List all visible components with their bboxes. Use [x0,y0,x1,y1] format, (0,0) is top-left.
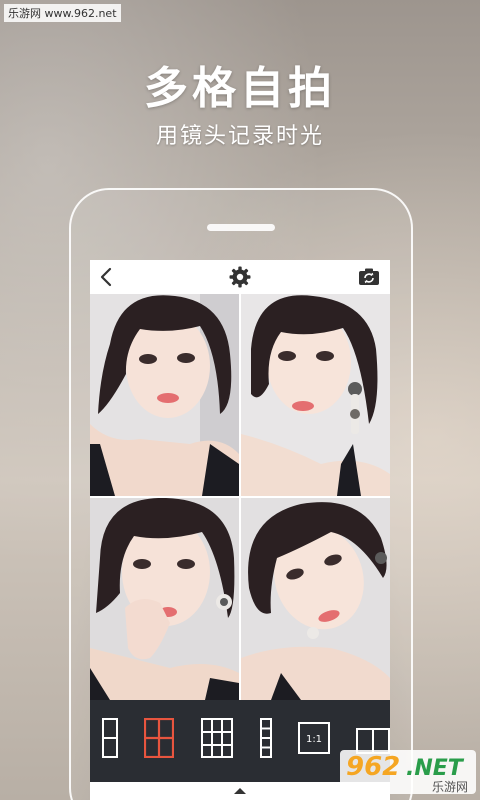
watermark-logo-suffix: .NET [406,756,465,780]
ratio-1-1-label: 1:1 [306,734,322,745]
layout-1x2-icon[interactable] [102,718,118,762]
photo-cell[interactable] [90,498,239,700]
chevron-up-icon[interactable] [234,788,246,794]
watermark-logo: 962 .NET [346,752,465,782]
photo-cell[interactable] [241,498,390,700]
back-icon[interactable] [94,264,120,290]
photo-cell[interactable] [241,294,390,496]
top-bar [90,260,390,294]
layout-1x4-icon[interactable] [260,718,272,762]
photo-grid [90,294,390,700]
subline: 用镜头记录时光 [155,124,324,149]
watermark-logo-digits: 962 [346,752,400,780]
watermark-top: 乐游网 www.962.net [4,4,121,22]
ratio-1-1-icon[interactable]: 1:1 [298,722,330,758]
layout-3x3-icon[interactable] [201,718,233,762]
headline: 多格自拍 [144,63,336,114]
gear-icon[interactable] [227,264,253,290]
app-screen: 1:1 [90,260,390,800]
layout-2x2-icon[interactable] [143,717,175,762]
watermark-site: 乐游网 [431,780,468,794]
phone-speaker [207,224,275,231]
camera-switch-icon[interactable] [356,264,382,290]
watermark-bottom: 962 .NET 乐游网 [340,750,476,794]
photo-cell[interactable] [90,294,239,496]
